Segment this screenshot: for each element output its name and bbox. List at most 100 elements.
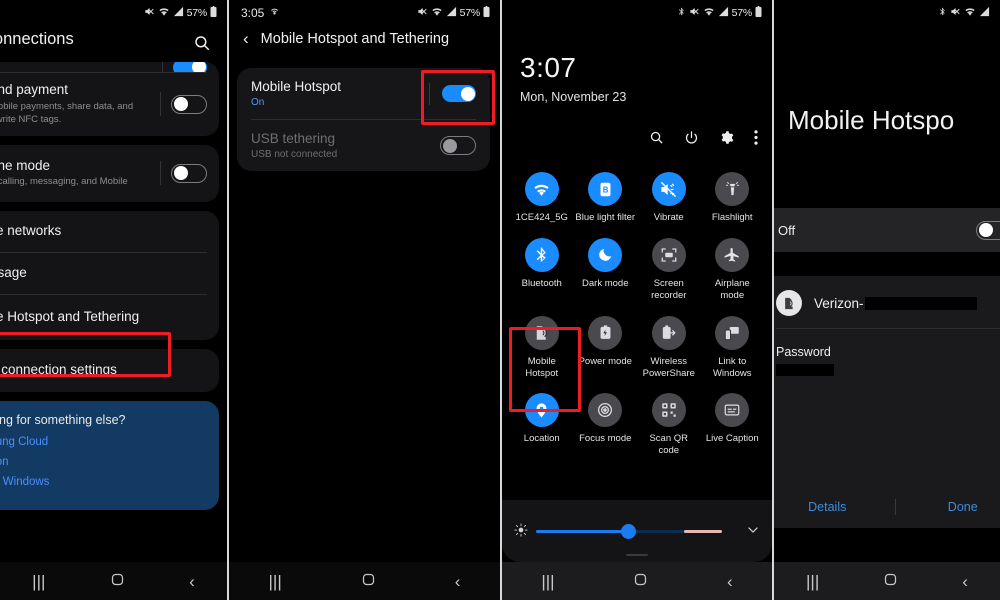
settings-row-mobile-networks[interactable]: ile networks — [0, 211, 219, 252]
brightness-icon — [514, 522, 528, 540]
quick-settings-actions — [649, 130, 758, 148]
status-bar: 57% — [0, 0, 227, 26]
hotspot-state-card[interactable]: Off — [774, 208, 1000, 252]
partial-toggle[interactable] — [173, 62, 207, 72]
promo-link-link-to-windows[interactable]: to Windows — [0, 476, 207, 488]
recents-icon[interactable]: ||| — [32, 573, 45, 590]
panel-drag-handle[interactable] — [626, 554, 648, 556]
focus-mode-icon — [588, 393, 623, 428]
live-caption-icon — [715, 393, 750, 428]
sheet-buttons: Details Done — [774, 486, 1000, 528]
airplane-icon — [715, 237, 750, 272]
tile-blue-light-filter[interactable]: B Blue light filter — [574, 172, 638, 224]
hotspot-state-label: Off — [778, 222, 796, 238]
search-icon[interactable] — [649, 130, 664, 148]
row-divider — [162, 62, 163, 72]
home-icon[interactable] — [361, 572, 376, 590]
row-usb-tethering: USB tethering USB not connected — [237, 120, 490, 171]
tile-label: Screen recorder — [651, 277, 687, 301]
tile-power-mode[interactable]: Power mode — [574, 315, 638, 380]
recents-icon[interactable]: ||| — [269, 573, 282, 590]
row-title: usage — [0, 265, 27, 281]
page-title: Mobile Hotspo — [788, 105, 955, 135]
airplane-toggle[interactable] — [171, 163, 207, 183]
tile-bluetooth[interactable]: Bluetooth — [510, 237, 574, 302]
wifi-icon — [431, 6, 443, 20]
tile-scan-qr-code[interactable]: Scan QR code — [637, 393, 701, 457]
screenshot-stage: 57% Connections and paym — [0, 0, 1000, 600]
hotspot-info-card: Verizon- Password Details Done — [774, 276, 1000, 528]
search-icon[interactable] — [193, 34, 211, 52]
tile-screen-recorder[interactable]: Screen recorder — [637, 237, 701, 302]
recents-icon[interactable]: ||| — [806, 573, 819, 590]
battery-percent: 57% — [459, 7, 481, 19]
tile-dark-mode[interactable]: Dark mode — [574, 237, 638, 302]
tile-label: Power mode — [578, 355, 632, 367]
svg-text:B: B — [602, 185, 608, 194]
link-to-windows-icon — [715, 315, 750, 350]
back-icon[interactable]: ‹ — [455, 573, 461, 590]
home-icon[interactable] — [110, 572, 125, 590]
brightness-panel — [502, 500, 772, 562]
mobile-hotspot-icon — [776, 290, 802, 316]
promo-card: king for something else? sung Cloud tion… — [0, 400, 219, 510]
chevron-down-icon[interactable] — [746, 523, 760, 540]
recents-icon[interactable]: ||| — [541, 573, 554, 590]
done-button[interactable]: Done — [896, 500, 1000, 514]
tile-live-caption[interactable]: Live Caption — [701, 393, 765, 457]
promo-link-location[interactable]: tion — [0, 456, 207, 468]
slider-handle[interactable] — [621, 523, 636, 539]
status-bar-right: 57% — [677, 6, 772, 20]
settings-row-nfc-and-payment[interactable]: and payment mobile payments, share data,… — [0, 73, 219, 136]
power-icon[interactable] — [684, 130, 699, 148]
tile-label: Live Caption — [705, 433, 759, 445]
row-divider — [160, 92, 161, 117]
row-title: ile networks — [0, 223, 62, 239]
tile-wireless-powershare[interactable]: Wireless PowerShare — [637, 315, 701, 380]
qr-code-icon — [651, 393, 686, 428]
dark-mode-icon — [588, 237, 623, 272]
panel-hotspot-tethering-settings: 3:05 57% ‹ Mobile Hotspot and Tethering … — [229, 0, 500, 600]
back-icon[interactable]: ‹ — [962, 573, 968, 590]
home-icon[interactable] — [883, 572, 898, 590]
back-icon[interactable]: ‹ — [727, 573, 733, 590]
highlight-box-hotspot-toggle — [421, 70, 495, 125]
panel-hotspot-detail-sheet: Mobile Hotspo Off Verizon- Password Deta… — [774, 0, 1000, 600]
tile-label: Bluetooth — [521, 277, 562, 289]
wifi-calling-icon — [269, 6, 280, 20]
mute-icon — [950, 6, 961, 20]
battery-icon — [210, 6, 217, 20]
wifi-icon — [158, 6, 170, 20]
row-title: ane mode — [0, 157, 51, 173]
settings-card-airplane: ane mode ff calling, messaging, and Mobi… — [0, 144, 219, 203]
home-icon[interactable] — [633, 572, 648, 590]
tile-wifi[interactable]: 1CE424_5G — [510, 172, 574, 224]
tile-label: Location — [523, 433, 560, 445]
details-button[interactable]: Details — [774, 500, 895, 514]
info-separator — [776, 328, 1000, 329]
back-icon[interactable]: ‹ — [189, 573, 195, 590]
panel-quick-settings: 57% 3:07 Mon, November 23 1CE424_5G B Bl… — [502, 0, 772, 600]
bluetooth-icon — [938, 6, 947, 20]
back-arrow-icon[interactable]: ‹ — [243, 30, 249, 47]
brightness-slider[interactable] — [536, 523, 736, 539]
highlight-box-hotspot-row — [0, 332, 171, 377]
row-divider — [160, 161, 161, 186]
settings-row-data-usage[interactable]: usage — [0, 253, 219, 294]
tile-airplane-mode[interactable]: Airplane mode — [701, 237, 765, 302]
tile-vibrate[interactable]: Vibrate — [637, 172, 701, 224]
signal-icon — [979, 6, 990, 20]
more-icon[interactable] — [754, 130, 758, 148]
promo-link-samsung-cloud[interactable]: sung Cloud — [0, 436, 207, 448]
settings-row-airplane-mode[interactable]: ane mode ff calling, messaging, and Mobi… — [0, 145, 219, 203]
tile-link-to-windows[interactable]: Link to Windows — [701, 315, 765, 380]
tile-flashlight[interactable]: Flashlight — [701, 172, 765, 224]
nfc-toggle[interactable] — [171, 94, 207, 114]
hotspot-state-toggle[interactable] — [976, 220, 1000, 240]
wifi-icon — [524, 172, 559, 206]
gear-icon[interactable] — [719, 130, 734, 148]
tile-focus-mode[interactable]: Focus mode — [574, 393, 638, 457]
highlight-box-mobile-hotspot-tile — [509, 327, 581, 412]
wireless-powershare-icon — [651, 315, 686, 350]
settings-row-partial[interactable] — [0, 62, 219, 72]
